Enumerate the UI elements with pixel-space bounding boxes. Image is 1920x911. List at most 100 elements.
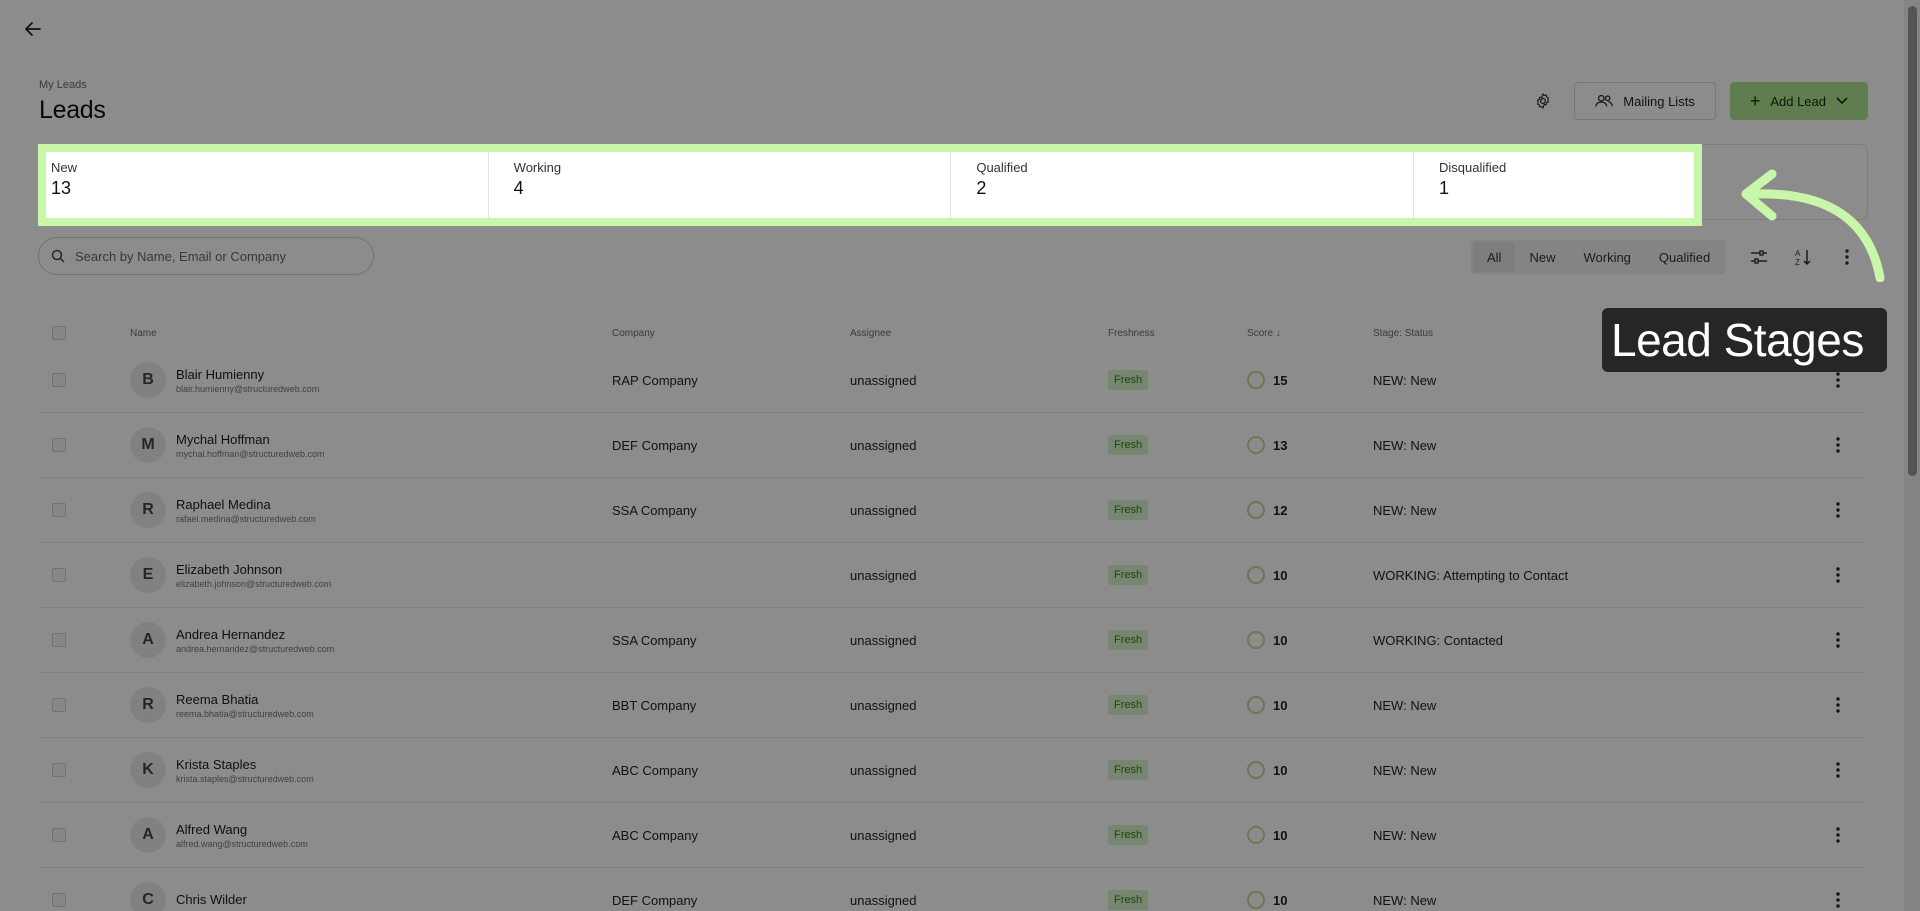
callout-arrow-icon bbox=[1741, 169, 1885, 282]
score-ring-icon bbox=[1247, 436, 1265, 454]
row-menu-icon[interactable] bbox=[1836, 827, 1840, 843]
lead-assignee[interactable]: unassigned bbox=[850, 503, 1108, 518]
lead-name[interactable]: Alfred Wang bbox=[176, 822, 308, 837]
lead-stages-callout: Lead Stages bbox=[1602, 308, 1887, 372]
lead-assignee[interactable]: unassigned bbox=[850, 893, 1108, 908]
stat-card-qualified[interactable]: Qualified 2 bbox=[971, 152, 1415, 218]
stat-value: 13 bbox=[51, 178, 72, 198]
lead-assignee[interactable]: unassigned bbox=[850, 633, 1108, 648]
stat-label: Qualified bbox=[976, 160, 1028, 175]
column-header-score[interactable]: Score ↓ bbox=[1247, 328, 1373, 339]
table-row[interactable]: R Reema Bhatia reema.bhatia@structuredwe… bbox=[38, 673, 1866, 738]
row-checkbox[interactable] bbox=[52, 828, 66, 842]
lead-stage: WORKING: Contacted bbox=[1373, 632, 1504, 648]
scrollbar[interactable] bbox=[1904, 0, 1920, 911]
search-input[interactable] bbox=[75, 248, 345, 264]
avatar: K bbox=[130, 752, 166, 788]
lead-name[interactable]: Reema Bhatia bbox=[176, 692, 314, 707]
column-header-freshness[interactable]: Freshness bbox=[1108, 328, 1247, 339]
select-all-checkbox[interactable] bbox=[52, 326, 66, 340]
lead-name[interactable]: Mychal Hoffman bbox=[176, 432, 325, 447]
stat-label: Working bbox=[513, 160, 562, 175]
row-menu-icon[interactable] bbox=[1836, 632, 1840, 648]
freshness-badge: Fresh bbox=[1108, 370, 1149, 390]
row-menu-icon[interactable] bbox=[1836, 567, 1840, 583]
lead-stage: NEW: New bbox=[1373, 372, 1437, 388]
settings-button[interactable] bbox=[1526, 84, 1560, 118]
lead-assignee[interactable]: unassigned bbox=[850, 763, 1108, 778]
table-row[interactable]: K Krista Staples krista.staples@structur… bbox=[38, 738, 1866, 803]
lead-score: 10 bbox=[1273, 827, 1288, 843]
lead-name[interactable]: Blair Humienny bbox=[176, 367, 319, 382]
add-lead-label: Add Lead bbox=[1770, 93, 1826, 109]
lead-assignee[interactable]: unassigned bbox=[850, 568, 1108, 583]
column-header-company[interactable]: Company bbox=[612, 328, 850, 339]
leads-table: Name Company Assignee Freshness Score ↓ … bbox=[38, 318, 1866, 911]
avatar: A bbox=[130, 622, 166, 658]
column-header-assignee[interactable]: Assignee bbox=[850, 328, 1108, 339]
lead-name[interactable]: Raphael Medina bbox=[176, 497, 316, 512]
stat-card-working[interactable]: Working 4 bbox=[508, 152, 952, 218]
freshness-badge: Fresh bbox=[1108, 435, 1149, 455]
row-checkbox[interactable] bbox=[52, 893, 66, 907]
row-menu-icon[interactable] bbox=[1836, 892, 1840, 908]
table-row[interactable]: M Mychal Hoffman mychal.hoffman@structur… bbox=[38, 413, 1866, 478]
lead-email: rafael.medina@structuredweb.com bbox=[176, 513, 316, 524]
row-checkbox[interactable] bbox=[52, 503, 66, 517]
table-row[interactable]: A Alfred Wang alfred.wang@structuredweb.… bbox=[38, 803, 1866, 868]
search-field[interactable] bbox=[38, 237, 374, 275]
filter-tabs: All New Working Qualified bbox=[1471, 240, 1727, 274]
add-lead-button[interactable]: + Add Lead bbox=[1729, 82, 1868, 120]
scroll-thumb[interactable] bbox=[1908, 6, 1917, 476]
row-menu-icon[interactable] bbox=[1836, 697, 1840, 713]
row-menu-icon[interactable] bbox=[1836, 762, 1840, 778]
back-arrow-icon[interactable] bbox=[22, 18, 44, 40]
stat-card-disqualified[interactable]: Disqualified 1 bbox=[1434, 152, 1695, 218]
freshness-badge: Fresh bbox=[1108, 500, 1149, 520]
table-row[interactable]: E Elizabeth Johnson elizabeth.johnson@st… bbox=[38, 543, 1866, 608]
lead-stage: NEW: New bbox=[1373, 762, 1437, 778]
filter-tab-all[interactable]: All bbox=[1473, 242, 1516, 272]
row-menu-icon[interactable] bbox=[1836, 437, 1840, 453]
table-row[interactable]: B Blair Humienny blair.humienny@structur… bbox=[38, 348, 1866, 413]
avatar: B bbox=[130, 362, 166, 398]
lead-name[interactable]: Chris Wilder bbox=[176, 892, 247, 907]
lead-email: mychal.hoffman@structuredweb.com bbox=[176, 448, 325, 459]
lead-assignee[interactable]: unassigned bbox=[850, 698, 1108, 713]
lead-company: ABC Company bbox=[612, 762, 698, 778]
mailing-lists-button[interactable]: Mailing Lists bbox=[1574, 82, 1716, 120]
row-menu-icon[interactable] bbox=[1836, 372, 1840, 388]
row-menu-icon[interactable] bbox=[1836, 502, 1840, 518]
lead-email: krista.staples@structuredweb.com bbox=[176, 773, 314, 784]
column-header-name[interactable]: Name bbox=[130, 328, 612, 339]
score-ring-icon bbox=[1247, 826, 1265, 844]
table-row[interactable]: R Raphael Medina rafael.medina@structure… bbox=[38, 478, 1866, 543]
lead-company: SSA Company bbox=[612, 502, 697, 518]
row-checkbox[interactable] bbox=[52, 763, 66, 777]
lead-assignee[interactable]: unassigned bbox=[850, 438, 1108, 453]
score-ring-icon bbox=[1247, 891, 1265, 909]
lead-name[interactable]: Andrea Hernandez bbox=[176, 627, 334, 642]
row-checkbox[interactable] bbox=[52, 568, 66, 582]
breadcrumb[interactable]: My Leads bbox=[39, 79, 87, 91]
avatar: R bbox=[130, 687, 166, 723]
table-header: Name Company Assignee Freshness Score ↓ … bbox=[38, 318, 1866, 348]
lead-assignee[interactable]: unassigned bbox=[850, 373, 1108, 388]
lead-email: blair.humienny@structuredweb.com bbox=[176, 383, 320, 394]
filter-tab-working[interactable]: Working bbox=[1569, 242, 1644, 272]
row-checkbox[interactable] bbox=[52, 438, 66, 452]
lead-email: elizabeth.johnson@structuredweb.com bbox=[176, 578, 332, 589]
lead-assignee[interactable]: unassigned bbox=[850, 828, 1108, 843]
row-checkbox[interactable] bbox=[52, 698, 66, 712]
stats-highlight: New 13 Working 4 Qualified 2 Disqualifie… bbox=[38, 144, 1702, 226]
row-checkbox[interactable] bbox=[52, 633, 66, 647]
filter-tab-new[interactable]: New bbox=[1515, 242, 1569, 272]
lead-name[interactable]: Krista Staples bbox=[176, 757, 314, 772]
freshness-badge: Fresh bbox=[1108, 760, 1149, 780]
table-row[interactable]: C Chris Wilder DEF Company unassigned Fr… bbox=[38, 868, 1866, 911]
table-row[interactable]: A Andrea Hernandez andrea.hernandez@stru… bbox=[38, 608, 1866, 673]
lead-name[interactable]: Elizabeth Johnson bbox=[176, 562, 331, 577]
filter-tab-qualified[interactable]: Qualified bbox=[1645, 242, 1724, 272]
row-checkbox[interactable] bbox=[52, 373, 66, 387]
stat-card-new[interactable]: New 13 bbox=[46, 152, 489, 218]
